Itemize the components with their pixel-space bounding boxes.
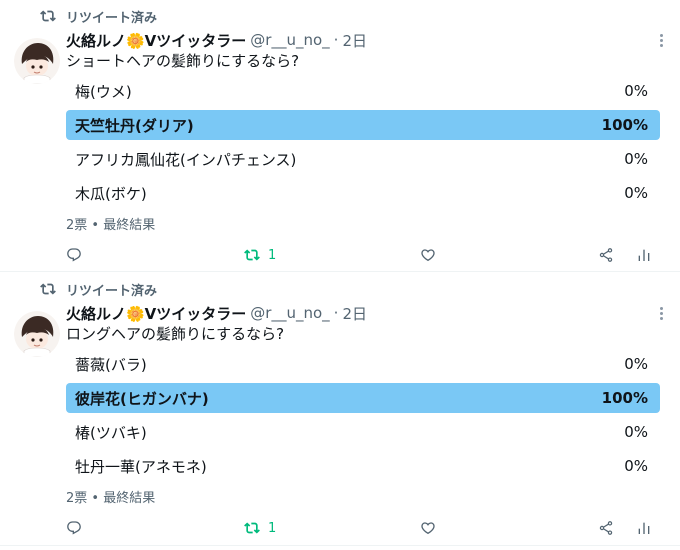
poll: 薔薇(バラ) 0% 彼岸花(ヒガンバナ) 100% 椿(ツバキ) 0% 牡丹一華… xyxy=(66,349,660,485)
poll-option: 薔薇(バラ) 0% xyxy=(66,349,660,379)
poll-option: 椿(ツバキ) 0% xyxy=(66,417,660,447)
retweet-icon xyxy=(244,522,260,534)
poll-option: アフリカ鳳仙花(インパチェンス) 0% xyxy=(66,144,660,174)
avatar-image xyxy=(14,38,60,84)
retweet-count: 1 xyxy=(268,247,277,263)
timestamp[interactable]: 2日 xyxy=(342,30,367,51)
poll-option-label: 木瓜(ボケ) xyxy=(75,184,147,203)
tweet-text: ロングヘアの髪飾りにするなら? xyxy=(66,325,285,343)
poll-option-label: 彼岸花(ヒガンバナ) xyxy=(75,389,209,408)
tweet-divider xyxy=(0,545,680,546)
share-button[interactable] xyxy=(598,244,614,266)
retweeted-indicator: リツイート済み xyxy=(40,6,157,26)
retweet-small-icon xyxy=(40,10,56,22)
reply-button[interactable] xyxy=(66,244,82,266)
poll-option-label: 椿(ツバキ) xyxy=(75,423,147,442)
tweet-actions: 1 xyxy=(66,517,660,539)
poll-option-winner: 天竺牡丹(ダリア) 100% xyxy=(66,110,660,140)
poll-option-percent: 0% xyxy=(624,184,648,202)
time-separator: · xyxy=(333,304,339,322)
tweet-actions: 1 xyxy=(66,244,660,266)
tweet-header: 火絡ルノ🌼️Vツイッタラー @r__u_no_ · 2日 xyxy=(66,302,367,324)
timestamp[interactable]: 2日 xyxy=(342,303,367,324)
time-separator: · xyxy=(333,31,339,49)
reply-icon xyxy=(67,521,81,535)
retweeted-label: リツイート済み xyxy=(66,283,158,299)
poll-option-percent: 0% xyxy=(624,150,648,168)
reply-button[interactable] xyxy=(66,517,82,539)
heart-icon xyxy=(421,249,435,262)
analytics-icon xyxy=(638,249,650,261)
author-name[interactable]: 火絡ルノ🌼️Vツイッタラー xyxy=(66,303,246,324)
poll-option-percent: 0% xyxy=(624,355,648,373)
analytics-button[interactable] xyxy=(636,517,652,539)
avatar[interactable] xyxy=(14,38,60,84)
poll-option-label: 天竺牡丹(ダリア) xyxy=(75,116,194,135)
poll-option-percent: 100% xyxy=(601,389,648,407)
analytics-icon xyxy=(638,522,650,534)
share-icon xyxy=(599,521,613,535)
author-handle[interactable]: @r__u_no_ xyxy=(250,304,329,322)
avatar[interactable] xyxy=(14,311,60,357)
retweeted-indicator: リツイート済み xyxy=(40,279,157,299)
tweet-text: ショートヘアの髪飾りにするなら? xyxy=(66,52,300,70)
author-name[interactable]: 火絡ルノ🌼️Vツイッタラー xyxy=(66,30,246,51)
poll-option-label: 薔薇(バラ) xyxy=(75,355,147,374)
poll-meta: 2票 • 最終結果 xyxy=(66,491,156,506)
poll: 梅(ウメ) 0% 天竺牡丹(ダリア) 100% アフリカ鳳仙花(インパチェンス)… xyxy=(66,76,660,212)
retweeted-label: リツイート済み xyxy=(66,10,158,26)
retweet-button[interactable]: 1 xyxy=(244,244,276,266)
share-button[interactable] xyxy=(598,517,614,539)
poll-option-percent: 0% xyxy=(624,423,648,441)
retweet-small-icon xyxy=(40,283,56,295)
tweet-card[interactable]: リツイート済み 火絡ルノ🌼️Vツイッタラー @r__u_no_ · 2日 ロング… xyxy=(0,273,680,545)
poll-meta: 2票 • 最終結果 xyxy=(66,218,156,233)
tweet-card[interactable]: リツイート済み 火絡ルノ🌼️Vツイッタラー @r__u_no_ · 2日 ショー… xyxy=(0,0,680,272)
like-button[interactable] xyxy=(420,244,436,266)
more-options-icon[interactable] xyxy=(656,30,666,50)
poll-option-label: アフリカ鳳仙花(インパチェンス) xyxy=(75,150,297,169)
poll-option: 梅(ウメ) 0% xyxy=(66,76,660,106)
more-options-icon[interactable] xyxy=(656,303,666,323)
tweet-divider xyxy=(0,271,680,272)
avatar-image xyxy=(14,311,60,357)
tweet-header: 火絡ルノ🌼️Vツイッタラー @r__u_no_ · 2日 xyxy=(66,29,367,51)
retweet-icon xyxy=(244,249,260,261)
poll-option-label: 牡丹一華(アネモネ) xyxy=(75,457,207,476)
poll-option-percent: 0% xyxy=(624,82,648,100)
retweet-count: 1 xyxy=(268,520,277,536)
like-button[interactable] xyxy=(420,517,436,539)
share-icon xyxy=(599,248,613,262)
poll-option-label: 梅(ウメ) xyxy=(75,82,132,101)
analytics-button[interactable] xyxy=(636,244,652,266)
poll-option: 牡丹一華(アネモネ) 0% xyxy=(66,451,660,481)
poll-option-percent: 100% xyxy=(601,116,648,134)
poll-option-winner: 彼岸花(ヒガンバナ) 100% xyxy=(66,383,660,413)
retweet-button[interactable]: 1 xyxy=(244,517,276,539)
author-handle[interactable]: @r__u_no_ xyxy=(250,31,329,49)
poll-option: 木瓜(ボケ) 0% xyxy=(66,178,660,208)
poll-option-percent: 0% xyxy=(624,457,648,475)
reply-icon xyxy=(67,248,81,262)
heart-icon xyxy=(421,522,435,535)
